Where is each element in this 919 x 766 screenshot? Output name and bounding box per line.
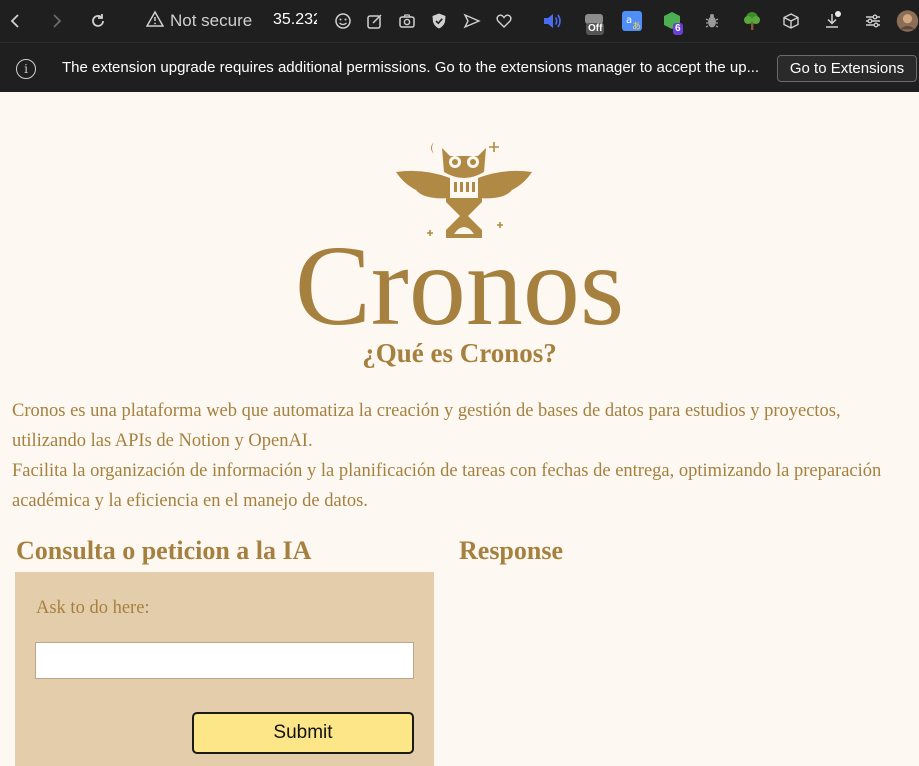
sliders-icon[interactable]	[860, 8, 886, 34]
send-icon[interactable]	[459, 8, 485, 34]
count-badge: 6	[673, 23, 683, 35]
warning-icon	[145, 9, 165, 33]
page-subtitle: ¿Qué es Cronos?	[362, 338, 557, 368]
heart-icon[interactable]	[491, 8, 517, 34]
ask-input[interactable]	[35, 642, 414, 679]
response-heading: Response	[459, 536, 564, 565]
url-text[interactable]: 35.232	[273, 11, 317, 29]
svg-text:あ: あ	[632, 21, 641, 32]
extension-off-icon[interactable]: Off	[582, 8, 608, 35]
ask-label: Ask to do here:	[36, 598, 150, 618]
speaker-icon[interactable]	[539, 8, 565, 34]
description-paragraph-2: Facilita la organización de información …	[12, 461, 882, 511]
back-icon[interactable]	[4, 9, 28, 33]
submit-button[interactable]: Submit	[192, 712, 414, 754]
infobar-message: The extension upgrade requires additiona…	[62, 59, 760, 76]
tree-icon[interactable]	[739, 8, 765, 34]
forward-icon[interactable]	[44, 9, 68, 33]
bug-icon[interactable]	[699, 8, 725, 34]
query-form: Ask to do here: Submit	[15, 572, 434, 766]
address-bar[interactable]: Not secure	[145, 9, 253, 33]
off-badge: Off	[586, 23, 605, 35]
shield-icon[interactable]	[426, 8, 452, 34]
description-paragraph-1: Cronos es una plataforma web que automat…	[12, 401, 841, 451]
cube-icon[interactable]	[778, 8, 804, 34]
profile-avatar[interactable]	[896, 8, 919, 34]
translate-icon[interactable]: aあ	[619, 8, 645, 34]
camera-icon[interactable]	[394, 8, 420, 34]
reload-icon[interactable]	[86, 9, 110, 33]
edit-icon[interactable]	[362, 8, 388, 34]
brand-title: Cronos	[294, 222, 625, 349]
description: Cronos es una plataforma web que automat…	[12, 396, 892, 516]
download-icon[interactable]	[819, 8, 845, 34]
security-label: Not secure	[170, 11, 253, 30]
query-heading: Consulta o peticion a la IA	[16, 536, 312, 565]
info-icon: i	[16, 59, 36, 79]
go-to-extensions-button[interactable]: Go to Extensions	[777, 55, 917, 82]
browser-toolbar: Not secure 35.232 Off aあ 6	[0, 0, 919, 42]
emoji-icon[interactable]	[330, 8, 356, 34]
extension-count-icon[interactable]: 6	[659, 8, 685, 35]
